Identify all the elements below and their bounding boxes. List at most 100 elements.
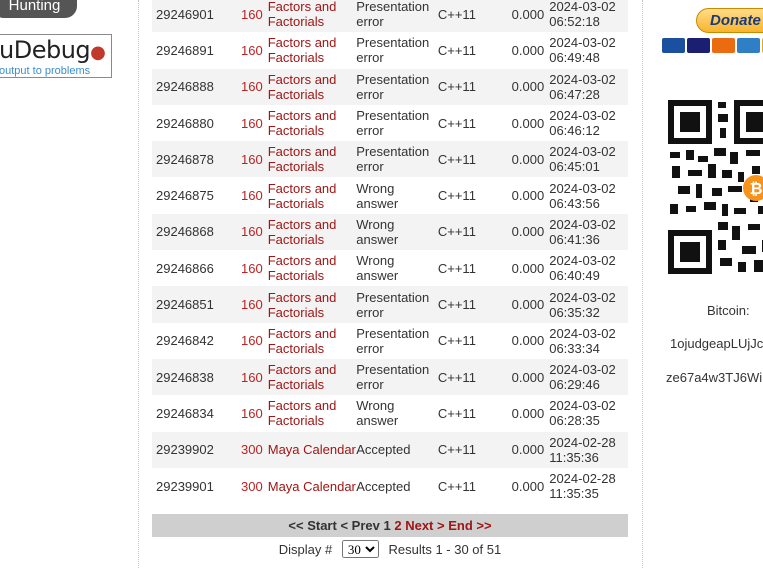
pager-prev-link[interactable]: < Prev	[340, 518, 379, 533]
run-time: 0.000	[511, 6, 545, 22]
run-time: 0.000	[511, 115, 545, 131]
problem-title-link[interactable]: Factors and Factorials	[268, 105, 357, 141]
submit-date-day: 2024-03-02	[549, 144, 616, 160]
pager-page-2-link[interactable]: 2	[394, 518, 401, 533]
submit-date: 2024-03-02 06:47:28	[549, 69, 628, 105]
problem-id-link[interactable]: 160	[233, 395, 268, 431]
verdict: Presentation error	[356, 108, 430, 139]
submit-date: 2024-02-28 11:35:36	[549, 432, 628, 468]
verdict: Presentation error	[356, 0, 430, 30]
submission-id: 29246834	[156, 405, 214, 421]
verdict: Presentation error	[356, 362, 430, 393]
table-row: 29246891 160 Factors and Factorials Present…	[152, 32, 628, 69]
submit-date: 2024-03-02 06:46:12	[549, 105, 628, 141]
problem-title-link[interactable]: Factors and Factorials	[268, 69, 357, 105]
table-row: 29246842 160 Factors and Factorials Present…	[152, 322, 628, 359]
submit-date-day: 2024-03-02	[549, 289, 616, 305]
submit-date: 2024-03-02 06:49:48	[549, 32, 628, 68]
problem-id-link[interactable]: 300	[233, 432, 268, 468]
problem-title-link[interactable]: Maya Calendar	[268, 468, 357, 504]
submission-id: 29246888	[156, 79, 214, 95]
run-time: 0.000	[511, 224, 545, 240]
pager-end-link[interactable]: End >>	[448, 518, 491, 533]
language: C++11	[437, 333, 476, 349]
problem-id-link[interactable]: 160	[233, 0, 268, 32]
problem-id-link[interactable]: 160	[233, 323, 268, 359]
submit-date-time: 06:46:12	[549, 123, 600, 139]
submission-id: 29246851	[156, 297, 214, 313]
problem-id-link[interactable]: 160	[233, 141, 268, 177]
submission-id: 29239901	[156, 478, 214, 494]
problem-id-link[interactable]: 300	[233, 468, 268, 504]
pager-start-link[interactable]: << Start	[288, 518, 336, 533]
problem-title-link[interactable]: Factors and Factorials	[268, 214, 357, 250]
problem-title-link[interactable]: Factors and Factorials	[268, 32, 357, 68]
submit-date-day: 2024-03-02	[549, 35, 616, 51]
submit-date-day: 2024-03-02	[549, 0, 616, 15]
mastercard-card-icon	[712, 38, 735, 53]
problem-title-link[interactable]: Factors and Factorials	[268, 359, 357, 395]
problem-title-link[interactable]: Factors and Factorials	[268, 0, 357, 32]
submission-id: 29246875	[156, 188, 214, 204]
submission-id: 29246868	[156, 224, 214, 240]
right-divider	[642, 0, 643, 568]
table-row: 29239901 300 Maya Calendar Accepted C++11 0.0…	[152, 467, 628, 505]
submit-date-day: 2024-03-02	[549, 216, 616, 232]
display-count-select[interactable]: 30	[341, 540, 379, 558]
verdict: Presentation error	[356, 325, 430, 356]
problem-title-link[interactable]: Factors and Factorials	[268, 323, 357, 359]
problem-id-link[interactable]: 160	[233, 105, 268, 141]
verdict: Wrong answer	[356, 180, 399, 211]
display-label: Display #	[278, 542, 333, 557]
problem-title-link[interactable]: Factors and Factorials	[268, 177, 357, 213]
submit-date-time: 11:35:35	[549, 486, 599, 501]
problem-id-link[interactable]: 160	[233, 69, 268, 105]
submit-date-day: 2024-03-02	[549, 325, 616, 341]
submit-date-time: 06:43:56	[549, 195, 600, 211]
problem-id-link[interactable]: 160	[233, 250, 268, 286]
hunting-button[interactable]: Hunting	[0, 0, 77, 18]
submit-date-time: 06:28:35	[549, 413, 600, 429]
udebug-logo: uDebug●	[0, 36, 106, 64]
run-time: 0.000	[511, 297, 545, 313]
problem-id-link[interactable]: 160	[233, 177, 268, 213]
verdict: Presentation error	[356, 289, 430, 320]
problem-id-link[interactable]: 160	[233, 214, 268, 250]
table-row: 29246878 160 Factors and Factorials Present…	[152, 141, 628, 178]
language: C++11	[437, 260, 476, 276]
problem-id-link[interactable]: 160	[233, 359, 268, 395]
problem-title-link[interactable]: Factors and Factorials	[268, 286, 357, 322]
problem-id-link[interactable]: 160	[233, 32, 268, 68]
problem-id-link[interactable]: 160	[233, 286, 268, 322]
submit-date: 2024-03-02 06:41:36	[549, 214, 628, 250]
left-divider	[138, 0, 139, 568]
submit-date-time: 11:35:36	[549, 449, 599, 465]
problem-title-link[interactable]: Factors and Factorials	[268, 395, 357, 431]
udebug-banner[interactable]: uDebug● output to problems	[0, 34, 112, 78]
ladybug-icon: ●	[90, 42, 106, 63]
problem-title-link[interactable]: Maya Calendar	[268, 432, 357, 468]
submit-date-time: 06:40:49	[549, 268, 600, 284]
pager-next-link[interactable]: Next >	[405, 518, 444, 533]
verdict: Wrong answer	[356, 253, 399, 284]
language: C++11	[437, 6, 476, 22]
language: C++11	[437, 224, 476, 240]
table-row: 29246834 160 Factors and Factorials Wrong a…	[152, 395, 628, 432]
submission-id: 29246842	[156, 333, 214, 349]
submit-date-day: 2024-03-02	[549, 253, 616, 269]
submit-date-time: 06:49:48	[549, 50, 600, 66]
problem-title-link[interactable]: Factors and Factorials	[268, 141, 357, 177]
submit-date-day: 2024-03-02	[549, 180, 616, 196]
table-row: 29246875 160 Factors and Factorials Wrong a…	[152, 177, 628, 214]
results-count: Results 1 - 30 of 51	[388, 542, 502, 557]
verdict: Accepted	[356, 478, 411, 494]
submit-date-time: 06:47:28	[549, 86, 600, 102]
language: C++11	[437, 188, 476, 204]
submit-date-day: 2024-02-28	[549, 471, 616, 486]
problem-title-link[interactable]: Factors and Factorials	[268, 250, 357, 286]
language: C++11	[437, 297, 476, 313]
donate-button[interactable]: Donate	[696, 8, 763, 33]
display-row: Display # 30 Results 1 - 30 of 51	[152, 540, 628, 560]
run-time: 0.000	[511, 79, 545, 95]
submit-date-day: 2024-03-02	[549, 362, 616, 378]
